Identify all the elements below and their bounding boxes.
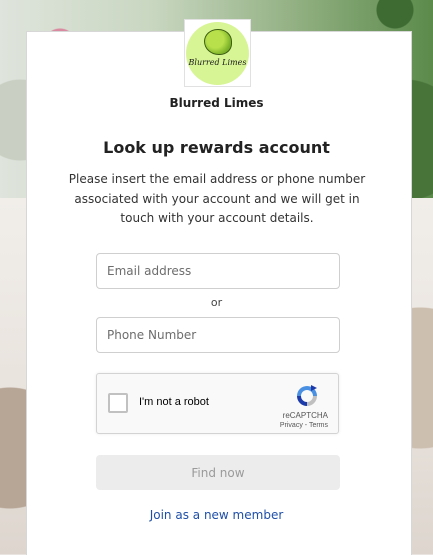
lime-icon [204, 28, 232, 55]
recaptcha-widget: I'm not a robot reCAPTCHA Privacy - Term… [96, 373, 339, 434]
page-title: Look up rewards account [103, 138, 330, 157]
brand-logo: Blurred Limes [184, 19, 251, 87]
logo-badge: Blurred Limes [186, 21, 249, 85]
recaptcha-brand: reCAPTCHA [282, 411, 328, 420]
join-member-link[interactable]: Join as a new member [0, 508, 433, 522]
phone-field[interactable] [96, 317, 340, 353]
recaptcha-privacy-link[interactable]: Privacy [280, 422, 303, 429]
instructions-text: Please insert the email address or phone… [68, 172, 366, 225]
email-field[interactable] [96, 253, 340, 289]
recaptcha-icon [297, 385, 317, 406]
logo-text: Blurred Limes [188, 57, 247, 67]
find-now-button[interactable]: Find now [96, 455, 340, 490]
recaptcha-links: Privacy - Terms [280, 422, 328, 429]
recaptcha-checkbox[interactable] [108, 393, 128, 413]
recaptcha-terms-link[interactable]: Terms [309, 422, 328, 429]
or-separator: or [210, 296, 223, 309]
brand-name: Blurred Limes [169, 96, 264, 110]
recaptcha-label: I'm not a robot [139, 396, 209, 408]
